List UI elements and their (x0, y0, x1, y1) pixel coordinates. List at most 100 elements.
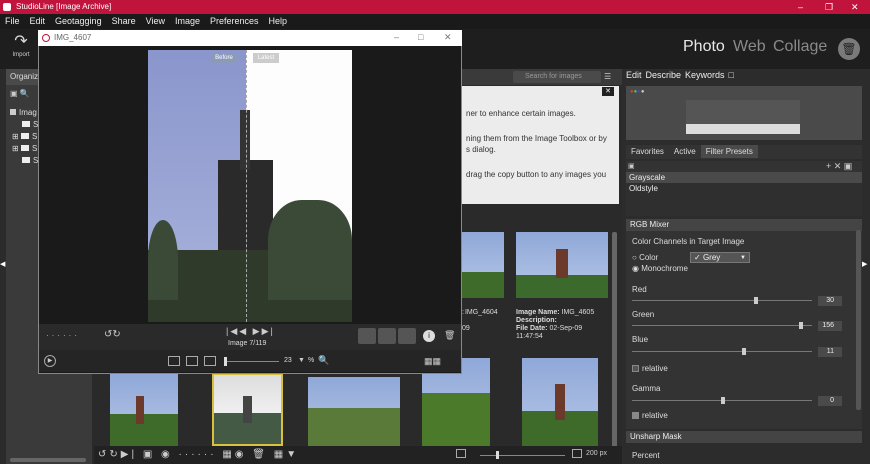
menu-help[interactable]: Help (264, 14, 293, 29)
navigation-icon[interactable]: |◀◀ ▶▶| (226, 326, 275, 337)
play-icon[interactable]: ▶ (44, 355, 56, 367)
tab-organize[interactable]: Organiz (6, 69, 42, 85)
green-value[interactable]: 156 (818, 321, 842, 331)
fullscreen-icon[interactable] (204, 356, 216, 366)
red-label: Red (632, 285, 647, 294)
image-thumbnail[interactable] (516, 232, 608, 298)
tab-edit[interactable]: Edit (626, 70, 642, 80)
rotate-icon[interactable]: ↺↻ (104, 329, 121, 340)
zoom-slider[interactable] (224, 361, 279, 362)
actual-size-icon[interactable] (186, 356, 198, 366)
left-scrollbar[interactable] (10, 458, 86, 462)
zoom-slider-knob[interactable] (224, 357, 227, 366)
menu-preferences[interactable]: Preferences (205, 14, 264, 29)
image-meta-4605: Image Name: IMG_4605 Description: File D… (516, 309, 595, 340)
small-size-icon[interactable] (456, 449, 466, 458)
red-slider[interactable] (632, 300, 812, 301)
preset-oldstyle[interactable]: Oldstyle (626, 183, 862, 194)
option-monochrome[interactable]: ◉ Monochrome (632, 264, 688, 273)
tab-describe[interactable]: Describe (646, 70, 682, 80)
image-meta-4604: IMG_4604 (464, 309, 498, 316)
gamma-slider-knob[interactable] (721, 397, 725, 404)
filmstrip-thumbnail[interactable] (308, 377, 400, 446)
tree-item[interactable]: S (22, 120, 38, 129)
collapse-left-icon[interactable]: ◀ (0, 260, 6, 270)
zoom-icon[interactable]: 🔍 (318, 355, 329, 366)
bottom-tools-icon[interactable]: ↺↻▶| ▣ ◉ ······ ▦◉ 🗑 ▦▼ (98, 449, 299, 460)
preview-close-icon[interactable]: ✕ (444, 32, 452, 43)
filmstrip-thumbnail[interactable] (522, 358, 598, 446)
large-size-icon[interactable] (572, 449, 582, 458)
mode-photo[interactable]: Photo (683, 38, 725, 56)
image-edit-icon[interactable] (378, 328, 396, 344)
relative-checkbox-1[interactable] (632, 365, 639, 372)
grey-select[interactable]: ✓ Grey ▼ (690, 252, 750, 263)
rating-icon[interactable]: ······ (46, 331, 80, 340)
blue-slider-knob[interactable] (742, 348, 746, 355)
blue-slider[interactable] (632, 351, 812, 352)
preview-maximize-icon[interactable]: □ (418, 32, 423, 42)
tab-active[interactable]: Active (669, 145, 701, 158)
import-button[interactable]: ↷ Import (8, 32, 34, 64)
mode-collage[interactable]: Collage (773, 38, 827, 56)
zoom-dropdown-icon[interactable]: ▼ (298, 357, 305, 364)
folder-icon (22, 157, 30, 163)
info-icon[interactable]: i (423, 330, 435, 342)
close-icon[interactable]: ✕ (851, 0, 859, 14)
preset-grayscale[interactable]: Grayscale (626, 172, 862, 183)
menu-edit[interactable]: Edit (25, 14, 51, 29)
minimize-icon[interactable]: – (798, 0, 803, 14)
grid-scrollbar[interactable] (612, 232, 617, 452)
preset-folder-icon[interactable]: ▣ (628, 162, 635, 170)
folder-tools-icon[interactable]: ▣ 🔍 (10, 89, 30, 98)
search-input[interactable]: Search for images (513, 71, 601, 83)
trash-icon[interactable]: 🗑 (838, 38, 860, 60)
preview-minimize-icon[interactable]: – (394, 32, 399, 42)
pin-icon[interactable] (358, 328, 376, 344)
rgb-mixer-header[interactable]: RGB Mixer (626, 219, 862, 231)
brush-icon[interactable] (398, 328, 416, 344)
size-slider[interactable] (480, 455, 565, 456)
unsharp-mask-header[interactable]: Unsharp Mask (626, 431, 862, 443)
filmstrip-thumbnail-selected[interactable] (212, 373, 283, 446)
menu-view[interactable]: View (141, 14, 170, 29)
delete-icon[interactable]: 🗑 (444, 330, 455, 341)
size-value: 200 px (586, 450, 608, 457)
maximize-icon[interactable]: ❐ (825, 0, 833, 14)
split-view-icon[interactable]: ▦▦ (424, 356, 441, 367)
menu-image[interactable]: Image (170, 14, 205, 29)
green-slider[interactable] (632, 325, 812, 326)
mode-web[interactable]: Web (733, 38, 766, 56)
menu-geotagging[interactable]: Geotagging (50, 14, 107, 29)
size-slider-knob[interactable] (496, 451, 499, 459)
menu-share[interactable]: Share (107, 14, 141, 29)
green-slider-knob[interactable] (799, 322, 803, 329)
external-icon[interactable]: □ (729, 70, 734, 80)
list-menu-icon[interactable]: ☰ (604, 72, 611, 81)
tip-close-icon[interactable]: ✕ (602, 87, 614, 96)
tip-text: drag the copy button to any images you (466, 170, 607, 179)
tree-item[interactable]: ⊞ S (12, 132, 37, 141)
gamma-value[interactable]: 0 (818, 396, 842, 406)
fit-icon[interactable] (168, 356, 180, 366)
tab-filter-presets[interactable]: Filter Presets (700, 145, 758, 158)
blue-value[interactable]: 11 (818, 347, 842, 357)
filmstrip-thumbnail[interactable] (110, 374, 178, 446)
tab-keywords[interactable]: Keywords (685, 70, 725, 80)
tab-favorites[interactable]: Favorites (626, 145, 669, 158)
relative-checkbox-2[interactable] (632, 412, 639, 419)
red-value[interactable]: 30 (818, 296, 842, 306)
tree-root[interactable]: Imag (10, 108, 37, 117)
option-color[interactable]: ○ Color (632, 253, 658, 262)
image-thumbnail[interactable] (462, 232, 504, 298)
tree-item[interactable]: ⊞ S (12, 144, 37, 153)
collapse-right-icon[interactable]: ▶ (862, 260, 867, 268)
menu-file[interactable]: File (0, 14, 25, 29)
tip-panel: ner to enhance certain images. ning them… (462, 86, 619, 204)
zoom-value[interactable]: 23 (284, 357, 292, 364)
right-scrollbar[interactable] (856, 230, 861, 410)
red-slider-knob[interactable] (754, 297, 758, 304)
channel-dots-icon[interactable]: ●●●● (630, 89, 645, 95)
preset-actions-icon[interactable]: + ✕ ▣ (826, 161, 852, 172)
tree-item[interactable]: S (22, 156, 38, 165)
